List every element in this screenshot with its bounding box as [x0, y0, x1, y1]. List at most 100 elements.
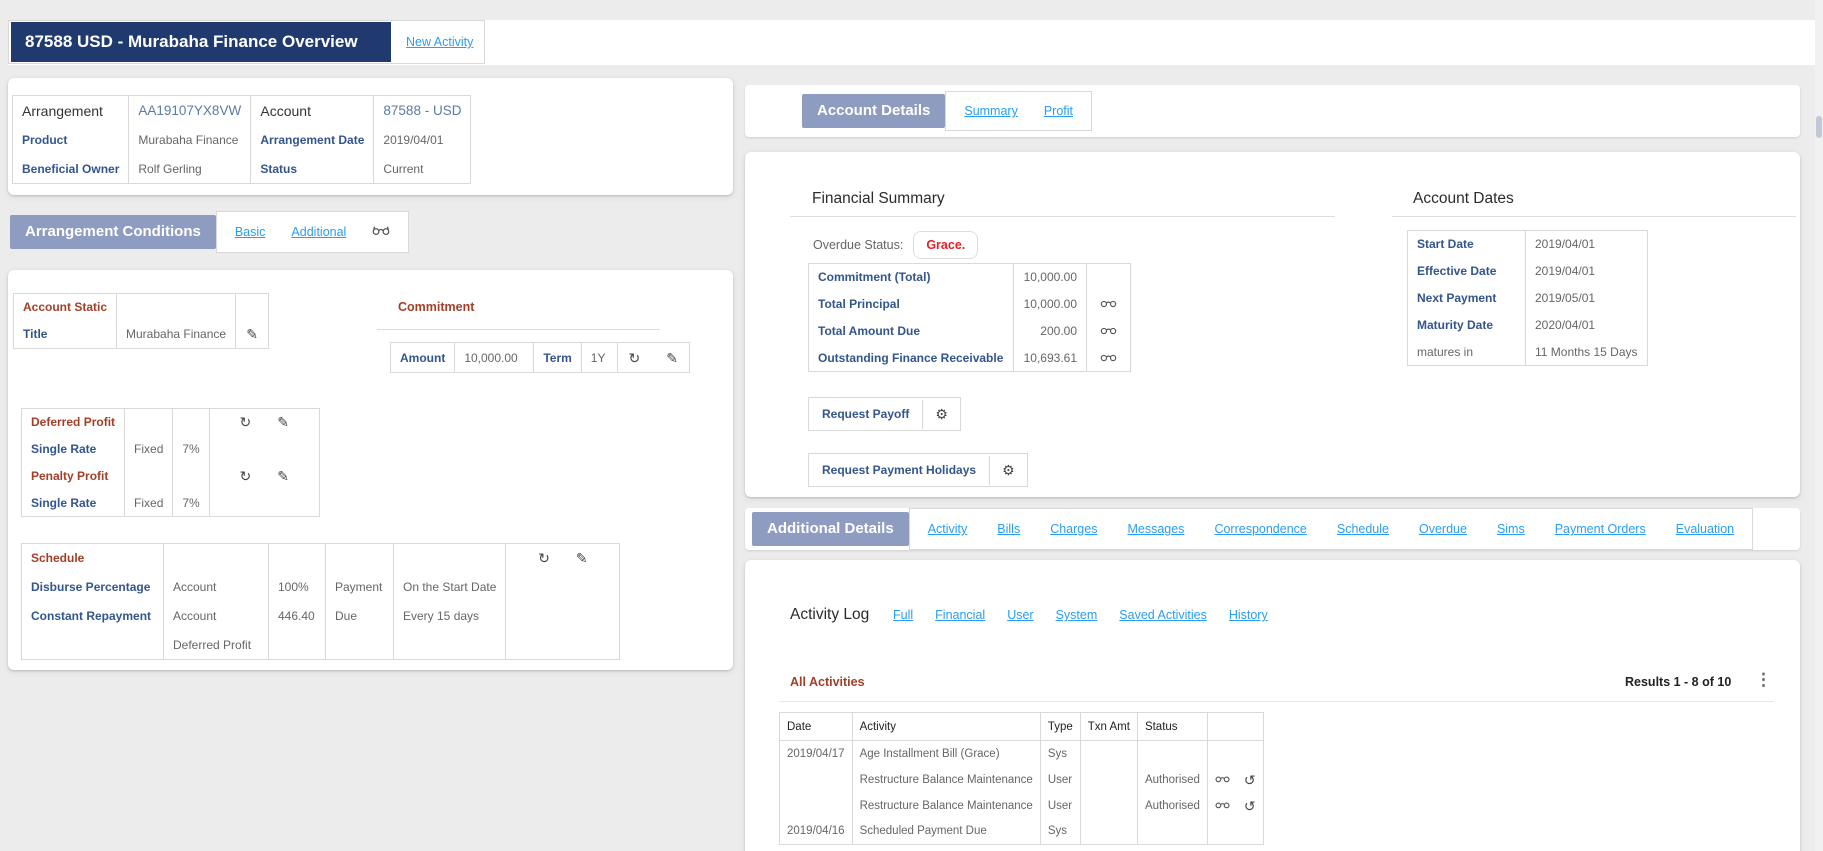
- fin-row-value: 10,000.00: [1013, 290, 1087, 318]
- tab-schedule[interactable]: Schedule: [1337, 522, 1389, 536]
- date-row-label: Maturity Date: [1417, 318, 1494, 332]
- tab-correspondence[interactable]: Correspondence: [1214, 522, 1306, 536]
- schedule-table: Schedule ↻ ✎ Disburse Percentage Account…: [21, 543, 621, 660]
- deferred-rate-value: 7%: [172, 435, 210, 463]
- arrangement-date-label: Arrangement Date: [250, 125, 374, 155]
- tab-evaluation[interactable]: Evaluation: [1676, 522, 1734, 536]
- empty-cell: [505, 630, 620, 660]
- empty-cell: [505, 601, 620, 631]
- tab-history[interactable]: History: [1229, 608, 1268, 622]
- tab-additional[interactable]: Additional: [291, 225, 346, 239]
- cell-status: Authorised: [1136, 792, 1208, 819]
- cell-status: [1136, 818, 1208, 845]
- fin-row-value: 200.00: [1013, 317, 1087, 345]
- refresh-icon[interactable]: ↻: [239, 415, 251, 429]
- overdue-status-row: Overdue Status: Grace.: [813, 228, 979, 262]
- kebab-menu-icon[interactable]: ⋮: [1755, 670, 1772, 690]
- scrollbar-thumb[interactable]: [1816, 116, 1822, 138]
- view-icon[interactable]: [1100, 324, 1117, 338]
- view-icon[interactable]: [1215, 800, 1230, 812]
- request-payment-holidays-label: Request Payment Holidays: [822, 463, 977, 477]
- fin-row-label: Commitment (Total): [818, 270, 931, 285]
- edit-icon[interactable]: ✎: [277, 415, 289, 429]
- overdue-status-label: Overdue Status:: [813, 238, 904, 252]
- view-icon[interactable]: [1100, 297, 1117, 311]
- tab-overdue[interactable]: Overdue: [1419, 522, 1467, 536]
- schedule-cell: Due: [325, 601, 394, 631]
- table-row: Restructure Balance Maintenance User Aut…: [780, 766, 1264, 793]
- financial-summary-table: Commitment (Total) 10,000.00 Total Princ…: [808, 263, 1131, 372]
- cell-activity: Restructure Balance Maintenance: [851, 792, 1041, 819]
- schedule-cell: On the Start Date: [392, 572, 506, 602]
- account-static-table: Account Static Title Murabaha Finance ✎: [13, 293, 270, 349]
- table-row: 2019/04/16 Scheduled Payment Due Sys: [780, 818, 1264, 845]
- cell-type: Sys: [1039, 740, 1081, 767]
- view-icon[interactable]: [1100, 351, 1117, 365]
- tab-summary[interactable]: Summary: [964, 104, 1017, 118]
- edit-icon[interactable]: ✎: [666, 351, 678, 365]
- schedule-row-label: [22, 631, 164, 660]
- activity-log-card: Activity Log Full Financial User System …: [745, 560, 1800, 851]
- account-details-tabs: Summary Profit: [945, 91, 1093, 131]
- undo-icon[interactable]: ↺: [1244, 799, 1256, 813]
- request-payoff-label: Request Payoff: [822, 407, 910, 421]
- arrangement-date-value: 2019/04/01: [373, 125, 471, 155]
- date-row-label: Effective Date: [1417, 264, 1497, 278]
- edit-icon[interactable]: ✎: [277, 469, 289, 483]
- request-payment-holidays-button[interactable]: Request Payment Holidays ⚙: [808, 453, 1028, 487]
- cell-actions: ↺: [1206, 766, 1264, 793]
- cell-actions: ↺: [1206, 792, 1264, 819]
- refresh-icon[interactable]: ↻: [629, 351, 641, 365]
- new-activity-link[interactable]: New Activity: [406, 35, 473, 49]
- tab-payment-orders[interactable]: Payment Orders: [1555, 522, 1646, 536]
- account-details-header: Account Details Summary Profit: [745, 85, 1800, 137]
- tab-messages[interactable]: Messages: [1127, 522, 1184, 536]
- tab-full[interactable]: Full: [893, 608, 913, 622]
- undo-icon[interactable]: ↺: [1244, 773, 1256, 787]
- view-icon[interactable]: [1215, 774, 1230, 786]
- schedule-cell: 100%: [268, 572, 326, 602]
- view-icon[interactable]: [372, 225, 390, 239]
- tab-activity[interactable]: Activity: [928, 522, 968, 536]
- tab-system[interactable]: System: [1056, 608, 1098, 622]
- refresh-icon[interactable]: ↻: [538, 551, 550, 565]
- account-id: 87588 - USD: [373, 95, 471, 126]
- arrangement-label: Arrangement: [22, 102, 103, 119]
- cell-date: 2019/04/17: [787, 747, 845, 760]
- tab-financial[interactable]: Financial: [935, 608, 985, 622]
- col-type: Type: [1039, 712, 1081, 741]
- arrangement-conditions-header: Arrangement Conditions Basic Additional: [8, 211, 733, 253]
- arrangement-conditions-tabs: Basic Additional: [215, 211, 410, 253]
- gear-icon[interactable]: ⚙: [1002, 462, 1015, 478]
- status-label: Status: [250, 154, 374, 184]
- tab-user[interactable]: User: [1007, 608, 1033, 622]
- schedule-cell: [325, 630, 394, 660]
- tab-profit[interactable]: Profit: [1044, 104, 1073, 118]
- fin-row-label: Outstanding Finance Receivable: [818, 350, 1004, 365]
- activity-log-heading: Activity Log: [790, 606, 870, 623]
- refresh-icon[interactable]: ↻: [239, 469, 251, 483]
- request-payoff-button[interactable]: Request Payoff ⚙: [808, 397, 961, 431]
- edit-icon[interactable]: ✎: [246, 326, 258, 342]
- tab-basic[interactable]: Basic: [235, 225, 266, 239]
- empty-cell: [116, 293, 236, 321]
- tab-saved-activities[interactable]: Saved Activities: [1119, 608, 1207, 622]
- all-activities-label: All Activities: [790, 675, 865, 689]
- edit-icon[interactable]: ✎: [576, 551, 588, 565]
- gear-icon[interactable]: ⚙: [935, 406, 948, 422]
- date-row-value: 2019/04/01: [1525, 257, 1647, 285]
- arrangement-id: AA19107YX8VW: [128, 95, 251, 126]
- overdue-status-badge: Grace.: [913, 231, 979, 259]
- left-column: 87588 USD - Murabaha Finance Overview Ne…: [8, 20, 733, 670]
- cell-status: Authorised: [1136, 766, 1208, 793]
- penalty-rate-value: 7%: [172, 489, 210, 517]
- empty-cell: [172, 462, 210, 490]
- empty-cell: [172, 408, 210, 436]
- tab-bills[interactable]: Bills: [997, 522, 1020, 536]
- tab-sims[interactable]: Sims: [1497, 522, 1525, 536]
- title-value: Murabaha Finance: [116, 320, 236, 349]
- vertical-scrollbar[interactable]: [1815, 0, 1823, 851]
- arrangement-conditions-title: Arrangement Conditions: [10, 215, 216, 249]
- penalty-profit-header: Penalty Profit: [31, 469, 109, 483]
- tab-charges[interactable]: Charges: [1050, 522, 1097, 536]
